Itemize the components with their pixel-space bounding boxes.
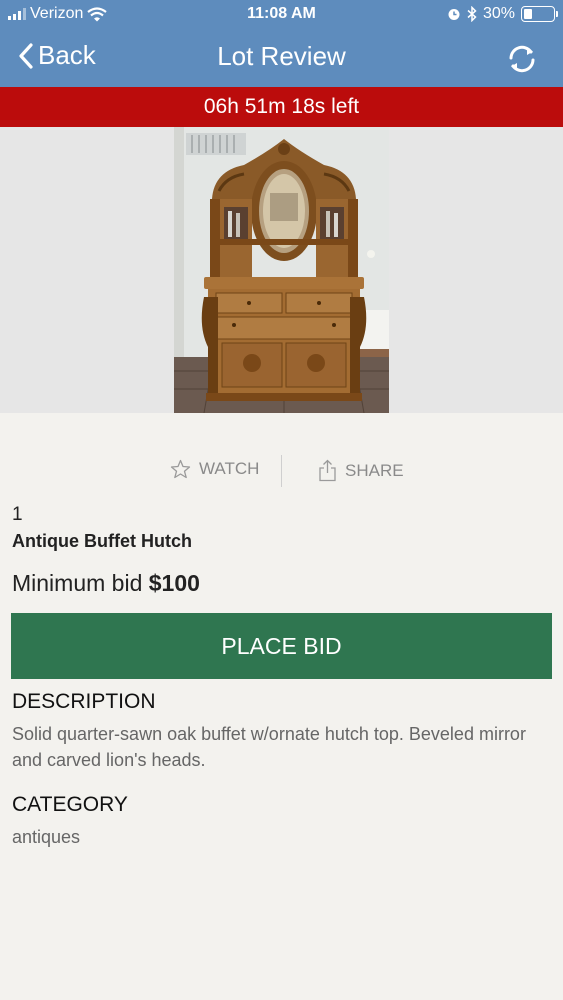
watch-button[interactable]: WATCH (170, 459, 259, 479)
buffet-hutch-image (174, 127, 389, 413)
page-title: Lot Review (217, 41, 346, 71)
min-bid-value: $100 (148, 570, 200, 596)
share-label: SHARE (345, 460, 404, 480)
refresh-icon[interactable] (505, 42, 539, 76)
lot-title: Antique Buffet Hutch (12, 531, 192, 551)
battery-percent: 30% (482, 5, 515, 22)
share-button[interactable]: SHARE (318, 459, 404, 482)
bluetooth-icon (467, 6, 477, 22)
place-bid-button[interactable]: PLACE BID (11, 613, 552, 679)
alarm-icon (448, 9, 460, 20)
category-value: antiques (12, 827, 81, 847)
lot-number: 1 (12, 504, 23, 525)
actions-divider (281, 455, 282, 487)
lot-photo[interactable] (174, 127, 389, 413)
description-text: Solid quarter-sawn oak buffet w/ornate h… (12, 724, 526, 770)
time-left-banner: 06h 51m 18s left (0, 87, 563, 127)
status-bar: Verizon 11:08 AM 30% (0, 0, 563, 30)
nav-bar: Back Lot Review (0, 30, 563, 87)
battery-level-fill (524, 9, 533, 19)
description-heading: DESCRIPTION (12, 690, 156, 713)
lot-actions: WATCH SHARE (0, 455, 563, 487)
watch-label: WATCH (199, 459, 260, 478)
share-icon (319, 459, 336, 482)
status-right: 30% (447, 5, 558, 23)
lot-image-area (0, 127, 563, 413)
min-bid-label: Minimum bid (12, 570, 143, 596)
category-heading: CATEGORY (12, 793, 128, 816)
battery-icon (521, 6, 558, 22)
minimum-bid: Minimum bid $100 (12, 570, 200, 597)
star-icon (170, 459, 191, 479)
